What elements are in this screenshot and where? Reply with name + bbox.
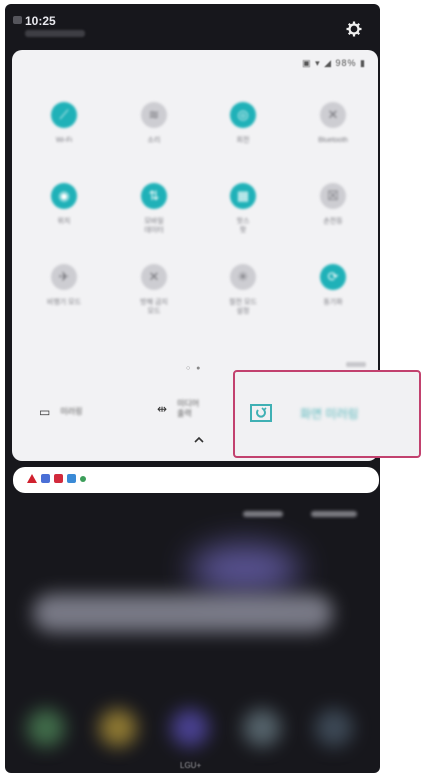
location-icon: ◉ <box>51 183 77 209</box>
tile-location[interactable]: ◉ 위치 <box>29 183 99 226</box>
screen-mirroring-callout[interactable]: 화면 미러링 <box>233 370 421 458</box>
airplane-icon: ✈ <box>51 264 77 290</box>
tile-rotate[interactable]: ◎ 회전 <box>208 102 278 145</box>
tile-label: 방해 금지 모드 <box>140 299 168 315</box>
page-indicator: ○ ● <box>186 365 203 372</box>
search-widget[interactable] <box>33 594 333 632</box>
warning-icon <box>27 474 37 483</box>
tile-label: Wi-Fi <box>55 137 73 144</box>
bluetooth-icon: ✕ <box>320 102 346 128</box>
status-bar: 10:25 <box>5 4 380 44</box>
flashlight-icon: ☒ <box>320 183 346 209</box>
bottom-item-mirroring[interactable]: ▭ 미러링 <box>39 405 82 419</box>
tile-bluetooth[interactable]: ✕ Bluetooth <box>298 102 368 145</box>
sync-icon: ⟳ <box>320 264 346 290</box>
tile-battery-saver[interactable]: ✳ 절전 모드 설정 <box>208 264 278 316</box>
chevron-up-icon[interactable] <box>193 436 205 444</box>
app-dock <box>5 709 380 749</box>
screen-mirroring-label: 화면 미러링 <box>300 407 359 421</box>
rotate-icon: ◎ <box>230 102 256 128</box>
bottom-item-media-output[interactable]: ⇹ 미디어 출력 <box>157 399 199 419</box>
notification-icons <box>27 474 86 483</box>
dnd-icon: ✕ <box>141 264 167 290</box>
status-date <box>25 30 85 37</box>
app-icon <box>41 474 50 483</box>
bottom-item-label: 미러링 <box>60 407 83 416</box>
tile-label: 소리 <box>147 137 161 144</box>
data-icon: ⇅ <box>141 183 167 209</box>
wallpaper-blob <box>190 544 300 594</box>
tile-label: 손전등 <box>323 218 343 225</box>
app-icon[interactable] <box>243 709 281 747</box>
tile-sound[interactable]: ≋ 소리 <box>119 102 189 145</box>
arrow-icon <box>67 474 76 483</box>
app-icon[interactable] <box>27 709 65 747</box>
panel-status-icons: ▣ ▾ ◢ 98% ▮ <box>302 58 366 68</box>
battery-saver-icon: ✳ <box>230 264 256 290</box>
tile-label: 동기화 <box>323 299 343 306</box>
tile-label: 위치 <box>57 218 71 225</box>
status-time: 10:25 <box>13 14 56 28</box>
tile-data[interactable]: ⇅ 모바일 데이터 <box>119 183 189 235</box>
tile-sync[interactable]: ⟳ 동기화 <box>298 264 368 307</box>
hotspot-icon: ▦ <box>230 183 256 209</box>
tile-flashlight[interactable]: ☒ 손전등 <box>298 183 368 226</box>
app-icon[interactable] <box>99 709 137 747</box>
tile-label: 모바일 데이터 <box>144 218 164 234</box>
app-icon[interactable] <box>315 709 353 747</box>
sound-icon: ≋ <box>141 102 167 128</box>
blurred-label <box>311 511 357 517</box>
tile-label: Bluetooth <box>318 137 348 144</box>
tile-airplane[interactable]: ✈ 비행기 모드 <box>29 264 99 307</box>
app-icon <box>54 474 63 483</box>
edit-link[interactable] <box>346 362 366 367</box>
device-icon: ▭ <box>39 405 51 419</box>
media-output-icon: ⇹ <box>157 402 168 416</box>
blurred-label <box>243 511 283 517</box>
app-icon[interactable] <box>171 709 209 747</box>
tile-label: 핫스 팟 <box>236 218 250 234</box>
tile-wifi[interactable]: ⟋ Wi-Fi <box>29 102 99 145</box>
tile-label: 절전 모드 설정 <box>229 299 257 315</box>
dot-icon <box>80 476 86 482</box>
screen-mirroring-icon <box>250 404 272 422</box>
settings-gear-icon[interactable] <box>345 20 363 38</box>
tile-hotspot[interactable]: ▦ 핫스 팟 <box>208 183 278 235</box>
tile-label: 비행기 모드 <box>46 299 82 306</box>
bottom-item-label: 미디어 출력 <box>177 399 200 418</box>
tile-dnd[interactable]: ✕ 방해 금지 모드 <box>119 264 189 316</box>
carrier-label: LGU+ <box>180 761 202 770</box>
notification-bar[interactable] <box>13 467 379 493</box>
wifi-icon: ⟋ <box>51 102 77 128</box>
tile-label: 회전 <box>236 137 250 144</box>
